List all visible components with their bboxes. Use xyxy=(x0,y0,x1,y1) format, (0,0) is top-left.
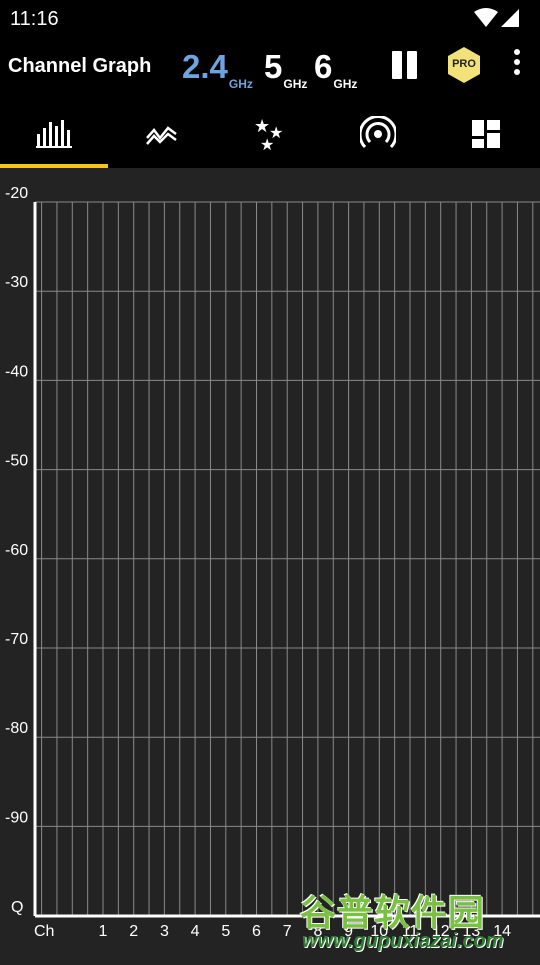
band-unit: GHz xyxy=(333,77,358,91)
wifi-icon xyxy=(474,8,498,27)
tab-dashboard[interactable] xyxy=(432,100,540,168)
x-tick-label: 2 xyxy=(129,923,138,940)
band-unit: GHz xyxy=(228,77,253,91)
x-tick-label: 6 xyxy=(252,923,261,940)
y-tick-label: -80 xyxy=(5,720,28,737)
tab-channel-rating[interactable]: ★ ★ ★ xyxy=(216,100,324,168)
status-bar: 11:16 xyxy=(0,0,540,36)
watermark-text: 谷普软件园 xyxy=(300,892,486,933)
band-2-4ghz-button[interactable]: 2.4GHz xyxy=(182,48,253,91)
pro-label: PRO xyxy=(452,58,476,70)
band-unit: GHz xyxy=(283,77,308,91)
access-point-icon xyxy=(360,116,396,149)
y-tick-label: -90 xyxy=(5,809,28,826)
pause-icon[interactable] xyxy=(390,51,420,79)
y-tick-label: -60 xyxy=(5,542,28,559)
band-value: 5 xyxy=(264,48,283,85)
y-tick-label: -50 xyxy=(5,453,28,470)
x-axis-label: Ch xyxy=(34,923,54,940)
band-6ghz-button[interactable]: 6GHz xyxy=(314,48,357,91)
band-value: 6 xyxy=(314,48,333,85)
pro-upgrade-button[interactable]: PRO xyxy=(446,46,482,84)
svg-text:★: ★ xyxy=(254,116,270,137)
y-tick-label: -30 xyxy=(5,274,28,291)
channel-graph-svg: -20-30-40-50-60-70-80-90QCh 1 2 3 4 5 6 7 8 9 10 11… xyxy=(5,185,540,940)
x-tick-label: 7 xyxy=(283,923,292,940)
tab-time-graph[interactable] xyxy=(108,100,216,168)
y-bottom-label: Q xyxy=(11,899,23,916)
tab-channel-graph[interactable] xyxy=(0,100,108,168)
x-tick-label: 3 xyxy=(160,923,169,940)
time-graph-icon xyxy=(146,126,177,145)
y-tick-label: -70 xyxy=(5,631,28,648)
tab-access-points[interactable] xyxy=(324,100,432,168)
tab-bar: ★ ★ ★ xyxy=(0,100,540,168)
y-tick-label: -20 xyxy=(5,185,28,202)
channel-graph: -20 -30 -40 -50 -60 -70 -80 -90 Q Ch 1 2 3 4 5 6 7 8 9 10 11… xyxy=(0,168,540,960)
x-tick-label: 1 xyxy=(99,923,108,940)
overflow-menu-icon[interactable] xyxy=(512,49,522,81)
watermark-url: www.gupuxiazai.com xyxy=(302,930,504,952)
svg-text:★: ★ xyxy=(260,135,274,152)
status-time: 11:16 xyxy=(10,8,59,30)
app-bar: Channel Graph 2.4GHz 5GHz 6GHz PRO xyxy=(0,36,540,100)
page-title: Channel Graph xyxy=(8,55,152,77)
band-5ghz-button[interactable]: 5GHz xyxy=(264,48,307,91)
y-tick-label: -40 xyxy=(5,363,28,380)
stars-rating-icon: ★ ★ ★ xyxy=(254,116,283,152)
x-tick-label: 5 xyxy=(221,923,230,940)
dashboard-icon xyxy=(472,120,500,148)
watermark-logo: 谷普软件园 www.gupuxiazai.com xyxy=(296,884,540,960)
x-tick-label: 4 xyxy=(191,923,200,940)
bar-chart-icon xyxy=(36,120,72,148)
band-value: 2.4 xyxy=(182,48,228,85)
signal-icon xyxy=(501,9,519,27)
